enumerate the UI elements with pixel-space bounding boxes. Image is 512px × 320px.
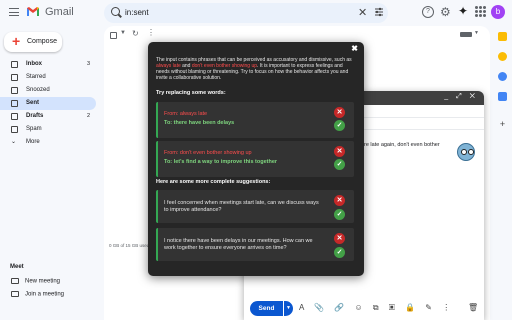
- sidebar-item-snoozed[interactable]: Snoozed: [0, 84, 96, 97]
- new-meeting-label: New meeting: [25, 278, 61, 285]
- chevron-down-icon: ⌄: [11, 139, 17, 145]
- suggestion-text: I feel concerned when meetings start lat…: [164, 200, 319, 213]
- select-all-checkbox[interactable]: [110, 32, 117, 39]
- reject-icon[interactable]: ✕: [334, 195, 345, 206]
- chevron-down-icon[interactable]: ▼: [474, 30, 479, 36]
- help-icon[interactable]: ?: [422, 6, 434, 18]
- send-options-button[interactable]: ▼: [284, 301, 293, 316]
- new-meeting-link[interactable]: New meeting: [11, 278, 60, 285]
- feedback-intro: The input contains phrases that can be p…: [156, 57, 356, 81]
- sidebar-item-label: Drafts: [26, 113, 44, 119]
- join-meeting-link[interactable]: Join a meeting: [11, 291, 64, 298]
- replacement-from: From: always late: [164, 111, 208, 117]
- search-options-icon[interactable]: [374, 7, 384, 17]
- gmail-logo-icon: [27, 7, 39, 16]
- meet-heading: Meet: [10, 264, 24, 270]
- window-controls[interactable]: _ ⤢ ✕: [444, 93, 478, 101]
- replacement-to: To: there have been delays: [164, 120, 235, 126]
- chevron-down-icon[interactable]: ▼: [120, 30, 126, 36]
- assistant-mascot-icon[interactable]: [457, 143, 475, 161]
- gemini-icon[interactable]: ✦: [458, 4, 468, 18]
- keep-icon[interactable]: [498, 52, 507, 61]
- suggestion-card: I feel concerned when meetings start lat…: [156, 190, 354, 223]
- suggestions-heading: Here are some more complete suggestions:: [156, 179, 271, 185]
- calendar-icon[interactable]: [498, 32, 507, 41]
- sidebar-item-spam[interactable]: Spam: [0, 123, 96, 136]
- video-icon: [11, 278, 19, 284]
- unread-count: 3: [86, 61, 90, 67]
- replacement-to: To: let's find a way to improve this tog…: [164, 159, 278, 165]
- keyboard-icon: [11, 291, 19, 297]
- formatting-toolbar[interactable]: A 📎 🔗 ☺ ⧉ ▣ 🔒 ✎ ⋮: [299, 303, 454, 313]
- contacts-icon[interactable]: [498, 92, 507, 101]
- compose-button[interactable]: + Compose: [4, 32, 62, 52]
- spam-icon: [11, 126, 18, 133]
- reject-icon[interactable]: ✕: [334, 146, 345, 157]
- reject-icon[interactable]: ✕: [334, 233, 345, 244]
- close-icon[interactable]: ✖: [351, 44, 358, 53]
- more-vert-icon[interactable]: ⋮: [147, 28, 155, 37]
- sidebar-item-drafts[interactable]: Drafts 2: [0, 110, 96, 123]
- search-input[interactable]: in:sent: [125, 8, 149, 17]
- gear-icon[interactable]: ⚙: [440, 5, 451, 19]
- input-tools-icon[interactable]: [460, 32, 472, 37]
- sidebar-item-label: Sent: [26, 100, 40, 106]
- sidebar-item-starred[interactable]: Starred: [0, 71, 96, 84]
- suggestion-card: I notice there have been delays in our m…: [156, 228, 354, 261]
- replacement-card: From: always late To: there have been de…: [156, 102, 354, 138]
- message-body[interactable]: re late again, don't even bother: [364, 142, 440, 148]
- tone-feedback-dialog: ✖ The input contains phrases that can be…: [148, 42, 364, 276]
- draft-count: 2: [86, 113, 90, 119]
- draft-icon: [11, 113, 18, 120]
- accept-icon[interactable]: ✓: [334, 120, 345, 131]
- side-panel-rail: +: [493, 28, 512, 320]
- sidebar-nav: Inbox 3 Starred Snoozed Sent Drafts 2 Sp…: [0, 58, 98, 149]
- replacement-card: From: don't even bother showing up To: l…: [156, 141, 354, 177]
- inbox-icon: [11, 61, 18, 68]
- sidebar-item-label: Inbox: [26, 61, 42, 67]
- storage-usage: 0 GB of 15 GB used: [109, 243, 150, 248]
- accept-icon[interactable]: ✓: [334, 209, 345, 220]
- sidebar-item-label: Spam: [26, 126, 42, 132]
- star-icon: [11, 74, 18, 81]
- sidebar-item-label: Snoozed: [26, 87, 50, 93]
- trash-icon[interactable]: 🗑: [468, 303, 478, 312]
- app-name: Gmail: [45, 6, 74, 18]
- suggestion-text: I notice there have been delays in our m…: [164, 238, 313, 251]
- sidebar-item-label: Starred: [26, 74, 46, 80]
- clock-icon: [11, 87, 18, 94]
- send-button[interactable]: Send: [250, 301, 283, 316]
- apps-grid-icon[interactable]: [475, 6, 486, 17]
- compose-label: Compose: [27, 38, 57, 45]
- join-meeting-label: Join a meeting: [25, 291, 65, 298]
- sidebar-item-more[interactable]: ⌄ More: [0, 136, 96, 149]
- avatar[interactable]: b: [491, 5, 505, 19]
- accept-icon[interactable]: ✓: [334, 247, 345, 258]
- plus-icon: +: [12, 33, 21, 49]
- add-icon[interactable]: +: [498, 120, 507, 129]
- close-icon[interactable]: ✕: [358, 6, 367, 19]
- sidebar-item-sent[interactable]: Sent: [0, 97, 96, 110]
- sidebar-item-inbox[interactable]: Inbox 3: [0, 58, 96, 71]
- sidebar-item-label: More: [26, 139, 40, 145]
- accept-icon[interactable]: ✓: [334, 159, 345, 170]
- replacement-from: From: don't even bother showing up: [164, 150, 252, 156]
- menu-icon[interactable]: [9, 8, 19, 16]
- reject-icon[interactable]: ✕: [334, 107, 345, 118]
- search-bar[interactable]: in:sent ✕: [104, 3, 388, 23]
- send-icon: [11, 100, 18, 107]
- replace-heading: Try replacing some words:: [156, 90, 226, 96]
- refresh-icon[interactable]: ↻: [132, 29, 139, 38]
- top-bar: Gmail in:sent ✕ ? ⚙ ✦ b: [0, 0, 512, 26]
- search-icon[interactable]: [111, 7, 120, 16]
- tasks-icon[interactable]: [498, 72, 507, 81]
